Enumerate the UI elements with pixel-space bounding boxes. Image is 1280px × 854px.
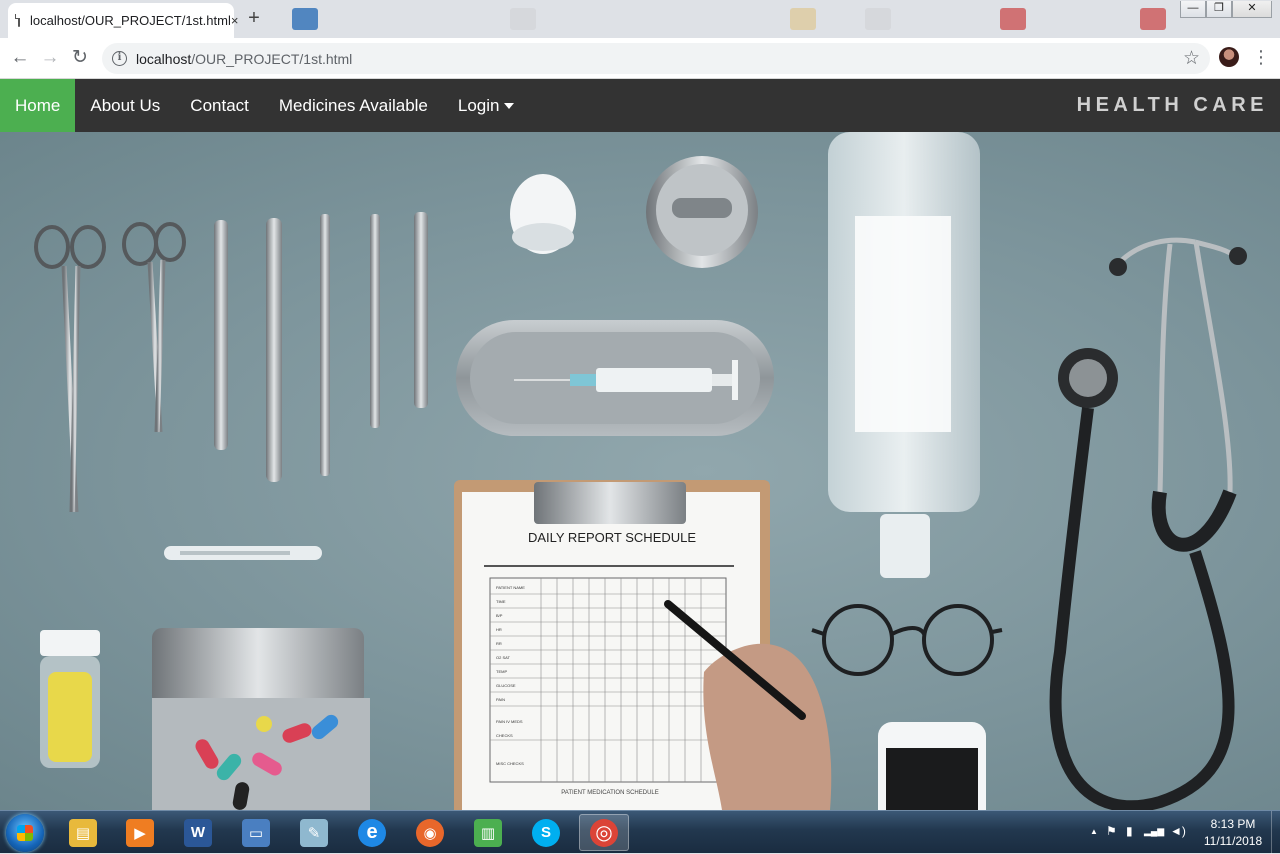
pill-bottle-icon [40, 630, 100, 768]
clock-time[interactable]: 8:13 PM [1198, 817, 1268, 831]
row-label: O2 SAT [496, 655, 510, 660]
scalpel-icon [214, 220, 228, 450]
nav-contact[interactable]: Contact [175, 79, 264, 132]
row-label: GLUCOSE [496, 683, 516, 688]
restore-button[interactable]: ❐ [1206, 1, 1232, 18]
syringe-tray-icon [456, 320, 774, 436]
background-window-icon [510, 8, 536, 30]
stethoscope-icon [1049, 237, 1247, 810]
background-window-icon [292, 8, 318, 30]
hero-image: DAILY REPORT SCHEDULE PATIENT MEDICATION… [0, 132, 1280, 810]
tab-title: localhost/OUR_PROJECT/1st.html [30, 13, 231, 28]
forceps-icon [414, 212, 428, 408]
battery-icon[interactable]: ▮ [1126, 824, 1133, 838]
address-bar[interactable]: i localhost/OUR_PROJECT/1st.html ☆ [102, 43, 1210, 74]
tray-expand-icon[interactable]: ▲ [1090, 827, 1098, 836]
nav-medicines-available[interactable]: Medicines Available [264, 79, 443, 132]
forward-icon[interactable]: → [38, 46, 62, 70]
background-window-icon [1140, 8, 1166, 30]
clipboard-title: DAILY REPORT SCHEDULE [527, 530, 697, 545]
clipboard-footer-label: PATIENT MEDICATION SCHEDULE [561, 790, 659, 796]
nav-about-us[interactable]: About Us [75, 79, 175, 132]
background-window-icon [1000, 8, 1026, 30]
action-center-flag-icon[interactable]: ⚑ [1106, 824, 1117, 838]
row-label: PATIENT NAME [496, 585, 525, 590]
word-icon: W [184, 818, 212, 847]
forceps-icon [320, 214, 330, 476]
taskbar-app-chrome[interactable]: ◎ [579, 814, 629, 851]
taskbar-app-word[interactable]: W [173, 814, 223, 851]
row-label: PAIN [496, 697, 506, 702]
medical-flatlay-illustration [34, 132, 1247, 810]
phone-icon [878, 722, 986, 810]
show-desktop-button[interactable] [1271, 811, 1280, 854]
forceps-icon [370, 214, 380, 428]
new-tab-button[interactable]: + [242, 7, 266, 31]
taskbar-app-remote-desktop[interactable]: ▭ [231, 814, 281, 851]
page-icon [15, 14, 20, 27]
browser-tab[interactable]: localhost/OUR_PROJECT/1st.html × [8, 3, 238, 38]
browser-toolbar: ← → ↻ i localhost/OUR_PROJECT/1st.html ☆ [0, 38, 1280, 79]
skype-icon: S [532, 818, 560, 847]
notes-icon: ✎ [300, 818, 328, 847]
taskbar-app-media-player[interactable]: ▶ [115, 814, 165, 851]
taskbar-app-project[interactable]: ▥ [463, 814, 513, 851]
monitor-icon: ▭ [242, 818, 270, 847]
url-host: localhost [136, 50, 192, 67]
row-label: B/P [496, 613, 503, 618]
clipboard-row-labels: PATIENT NAME TIME B/P HR RR O2 SAT TEMP … [496, 581, 540, 771]
start-button[interactable] [6, 814, 44, 852]
nav-login-dropdown[interactable]: Login [443, 79, 529, 132]
taskbar-app-firefox[interactable]: ◉ [405, 814, 455, 851]
iv-bag-icon [828, 132, 980, 578]
chrome-icon: ◎ [590, 818, 618, 847]
internet-explorer-icon: e [358, 818, 386, 847]
row-label: PAIN IV MEDS CHECKS [496, 719, 523, 738]
minimize-button[interactable]: — [1180, 1, 1206, 18]
browser-menu-icon[interactable]: ⋮ [1252, 48, 1270, 66]
folder-icon: ▤ [69, 818, 97, 847]
clock-date[interactable]: 11/11/2018 [1198, 834, 1268, 848]
back-icon[interactable]: ← [8, 46, 32, 70]
caret-down-icon [503, 102, 514, 109]
row-label: HR [496, 627, 502, 632]
taskbar-app-notes[interactable]: ✎ [289, 814, 339, 851]
pill-case-icon [152, 628, 370, 810]
scalpel-icon [266, 218, 282, 482]
taskbar-app-internet-explorer[interactable]: e [347, 814, 397, 851]
taskbar-app-skype[interactable]: S [521, 814, 571, 851]
row-label: MISC CHECKS [496, 761, 524, 766]
brand-logo-text: HEALTH CARE [1076, 94, 1268, 116]
project-icon: ▥ [474, 818, 502, 847]
site-navbar: Home About Us Contact Medicines Availabl… [0, 79, 1280, 132]
thermometer-icon [164, 546, 322, 560]
glasses-icon [811, 604, 1003, 676]
row-label: TEMP [496, 669, 508, 674]
media-player-icon: ▶ [126, 818, 154, 847]
system-tray: ▲ ⚑ ▮ ▂▄▆ ◄) 8:13 PM 11/11/2018 [1070, 811, 1280, 854]
profile-avatar[interactable] [1219, 47, 1239, 67]
steel-jar-icon [646, 156, 758, 268]
reload-icon[interactable]: ↻ [68, 46, 92, 70]
scissors-icon [122, 222, 186, 433]
windows-taskbar: ▤ ▶ W ▭ ✎ e ◉ ▥ S ◎ ▲ ⚑ ▮ ▂▄▆ ◄) 8:13 PM… [0, 810, 1280, 854]
bookmark-star-icon[interactable]: ☆ [1183, 47, 1200, 70]
tab-close-icon[interactable]: × [231, 13, 239, 28]
info-icon[interactable]: i [112, 51, 127, 66]
close-window-button[interactable]: ✕ [1232, 1, 1272, 18]
taskbar-app-file-explorer[interactable]: ▤ [58, 814, 108, 851]
browser-tab-strip: localhost/OUR_PROJECT/1st.html × + — ❐ ✕ [0, 0, 1280, 38]
cotton-container-icon [510, 174, 576, 254]
nav-home[interactable]: Home [0, 79, 76, 132]
network-signal-icon[interactable]: ▂▄▆ [1144, 826, 1164, 837]
url-path: /OUR_PROJECT/1st.html [191, 50, 353, 67]
row-label: RR [496, 641, 502, 646]
volume-icon[interactable]: ◄) [1170, 824, 1186, 838]
row-label: TIME [496, 599, 506, 604]
firefox-icon: ◉ [416, 818, 444, 847]
background-window-icon [790, 8, 816, 30]
scissors-icon [34, 225, 106, 513]
background-window-icon [865, 8, 891, 30]
nav-login-label: Login [457, 95, 500, 115]
